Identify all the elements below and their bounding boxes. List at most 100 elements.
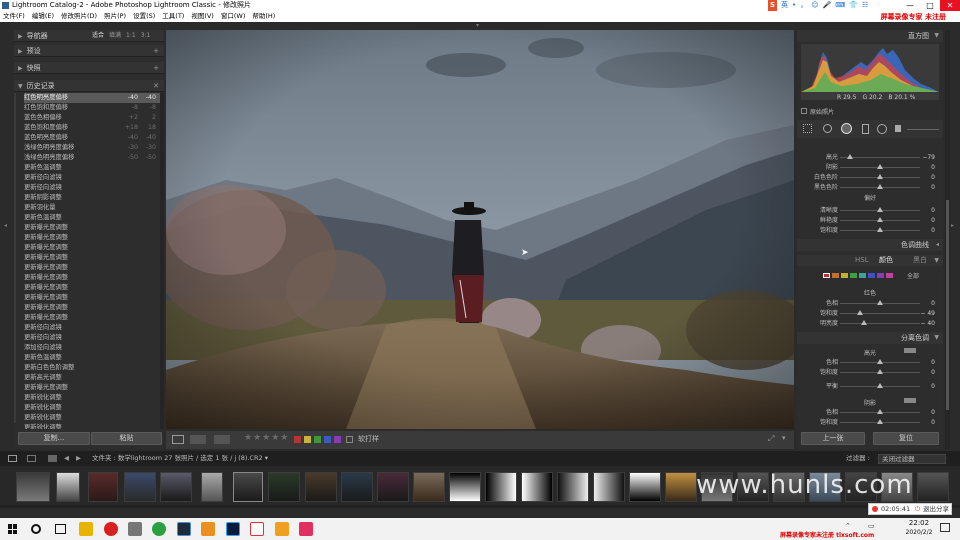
slider-row[interactable]: 平衡 0 <box>797 382 943 391</box>
slider-row[interactable]: 饱和度 − 49 <box>797 309 943 318</box>
history-item[interactable]: 蓝色明亮度偏移 -40 -40 <box>24 133 160 143</box>
filmstrip-thumbnail[interactable] <box>16 472 50 502</box>
tray-expand-icon[interactable]: ⌃ <box>845 522 851 530</box>
sogou-logo-icon[interactable]: S <box>768 0 778 11</box>
green-label-icon[interactable] <box>314 436 321 443</box>
spot-removal-icon[interactable] <box>823 124 832 133</box>
reset-button[interactable]: 复位 <box>873 432 939 445</box>
history-item[interactable]: 更新高光调整 <box>24 373 160 383</box>
menu-settings[interactable]: 设置(S) <box>133 11 155 22</box>
ime-menu-icon[interactable]: ☷ <box>862 0 868 11</box>
graduated-filter-icon[interactable] <box>862 124 869 134</box>
slider-value[interactable]: 0 <box>931 216 935 225</box>
previous-button[interactable]: 上一张 <box>801 432 865 445</box>
history-item[interactable]: 更新锐化调整 <box>24 393 160 403</box>
history-scrollbar[interactable] <box>160 93 164 429</box>
right-panel-scrollbar[interactable] <box>945 30 950 449</box>
main-window-icon[interactable] <box>8 455 17 462</box>
slider-knob[interactable] <box>877 217 883 222</box>
history-item[interactable]: 红色饱和度偏移 -8 -8 <box>24 103 160 113</box>
network-icon[interactable]: ▭ <box>868 522 875 530</box>
yellow-label-icon[interactable] <box>304 436 311 443</box>
stop-share-icon[interactable]: ⏻ <box>915 504 920 514</box>
history-item[interactable]: 更新白色色阶调整 <box>24 363 160 373</box>
presets-header[interactable]: ▶ 预设 + <box>14 45 164 57</box>
add-snapshot-icon[interactable]: + <box>153 62 159 74</box>
aqua-swatch[interactable] <box>859 273 866 278</box>
slider-track[interactable] <box>840 310 920 315</box>
before-after-view-icon[interactable] <box>190 435 206 444</box>
history-item[interactable]: 更新色温调整 <box>24 213 160 223</box>
slider-value[interactable]: − 40 <box>920 319 935 328</box>
menu-photo[interactable]: 照片(P) <box>104 11 126 22</box>
slider-row[interactable]: 黑色色阶 0 <box>797 183 943 192</box>
slider-knob[interactable] <box>877 419 883 424</box>
slider-knob[interactable] <box>877 174 883 179</box>
slider-value[interactable]: 0 <box>931 358 935 367</box>
filmstrip-thumbnail[interactable] <box>557 472 589 502</box>
history-item[interactable]: 更新曝光度调整 <box>24 283 160 293</box>
media-player-icon[interactable] <box>128 522 142 536</box>
filmstrip-thumbnail[interactable] <box>449 472 481 502</box>
history-item[interactable]: 更新曝光度调整 <box>24 293 160 303</box>
back-icon[interactable]: ◀ <box>64 451 69 466</box>
history-item[interactable]: 更新曝光度调整 <box>24 223 160 233</box>
navigator-header[interactable]: ▶ 导航器 适合 填满 1:1 3:1 <box>14 30 164 42</box>
clock-time[interactable]: 22:02 <box>904 519 934 527</box>
ime-keyboard-icon[interactable]: ⌨ <box>835 0 845 11</box>
menu-help[interactable]: 帮助(H) <box>252 11 275 22</box>
menu-file[interactable]: 文件(F) <box>3 11 25 22</box>
slider-track[interactable] <box>840 154 920 159</box>
tab-color[interactable]: 颜色 <box>879 255 893 266</box>
filter-select[interactable]: 关闭过滤器 <box>878 454 946 464</box>
slider-row[interactable]: 高光 −79 <box>797 153 943 162</box>
minimize-button[interactable]: — <box>900 0 920 11</box>
slider-knob[interactable] <box>877 409 883 414</box>
history-item[interactable]: 更新曝光度调整 <box>24 313 160 323</box>
radial-filter-icon[interactable] <box>877 124 887 134</box>
history-item[interactable]: 更新曝光度调整 <box>24 263 160 273</box>
filmstrip-thumbnail[interactable] <box>521 472 553 502</box>
slider-track[interactable] <box>840 419 920 424</box>
ime-emoji-icon[interactable]: ☺ <box>811 0 818 11</box>
filmstrip-thumbnail[interactable] <box>341 472 373 502</box>
history-item[interactable]: 更新阴影调整 <box>24 193 160 203</box>
slider-track[interactable] <box>840 217 920 222</box>
main-photo[interactable]: ➤ <box>166 30 794 429</box>
history-item[interactable]: 更新色温调整 <box>24 163 160 173</box>
tone-curve-header[interactable]: 色调曲线 ◂ <box>797 239 943 251</box>
history-item[interactable]: 更新锐化调整 <box>24 403 160 413</box>
slider-track[interactable] <box>840 164 920 169</box>
zoom-1-1[interactable]: 1:1 <box>126 30 136 42</box>
slider-knob[interactable] <box>877 227 883 232</box>
filmstrip-thumbnail[interactable] <box>56 472 80 502</box>
slider-track[interactable] <box>840 300 920 305</box>
red-eye-icon[interactable] <box>841 123 852 134</box>
zoom-fit[interactable]: 适合 <box>92 30 104 42</box>
slider-value[interactable]: 0 <box>931 183 935 192</box>
slider-knob[interactable] <box>877 184 883 189</box>
forward-icon[interactable]: ▶ <box>76 451 81 466</box>
slider-knob[interactable] <box>857 310 863 315</box>
toolbar-menu-icon[interactable]: ⤢ <box>768 434 774 444</box>
slider-knob[interactable] <box>877 369 883 374</box>
history-item[interactable]: 浅绿色明亮度偏移 -30 -30 <box>24 143 160 153</box>
copy-button[interactable]: 复制... <box>18 432 90 445</box>
clock-date[interactable]: 2020/2/2 <box>899 529 939 536</box>
zoom-fill[interactable]: 填满 <box>109 30 121 42</box>
top-panel-toggle-icon[interactable]: ▾ <box>476 22 479 29</box>
menu-window[interactable]: 窗口(W) <box>221 11 246 22</box>
slider-row[interactable]: 色相 0 <box>797 299 943 308</box>
clear-history-icon[interactable]: ✕ <box>153 80 159 92</box>
slider-knob[interactable] <box>877 359 883 364</box>
slider-row[interactable]: 清晰度 0 <box>797 206 943 215</box>
filmstrip-thumbnail[interactable] <box>201 472 223 502</box>
slider-track[interactable] <box>840 409 920 414</box>
slider-value[interactable]: 0 <box>931 299 935 308</box>
history-item[interactable]: 更新径向滤镜 <box>24 183 160 193</box>
slider-knob[interactable] <box>877 164 883 169</box>
notification-icon[interactable] <box>940 523 950 532</box>
tab-hsl[interactable]: HSL <box>855 255 869 266</box>
split-toning-header[interactable]: 分离色调 ▼ <box>797 332 943 344</box>
filmstrip-thumbnail[interactable] <box>268 472 300 502</box>
